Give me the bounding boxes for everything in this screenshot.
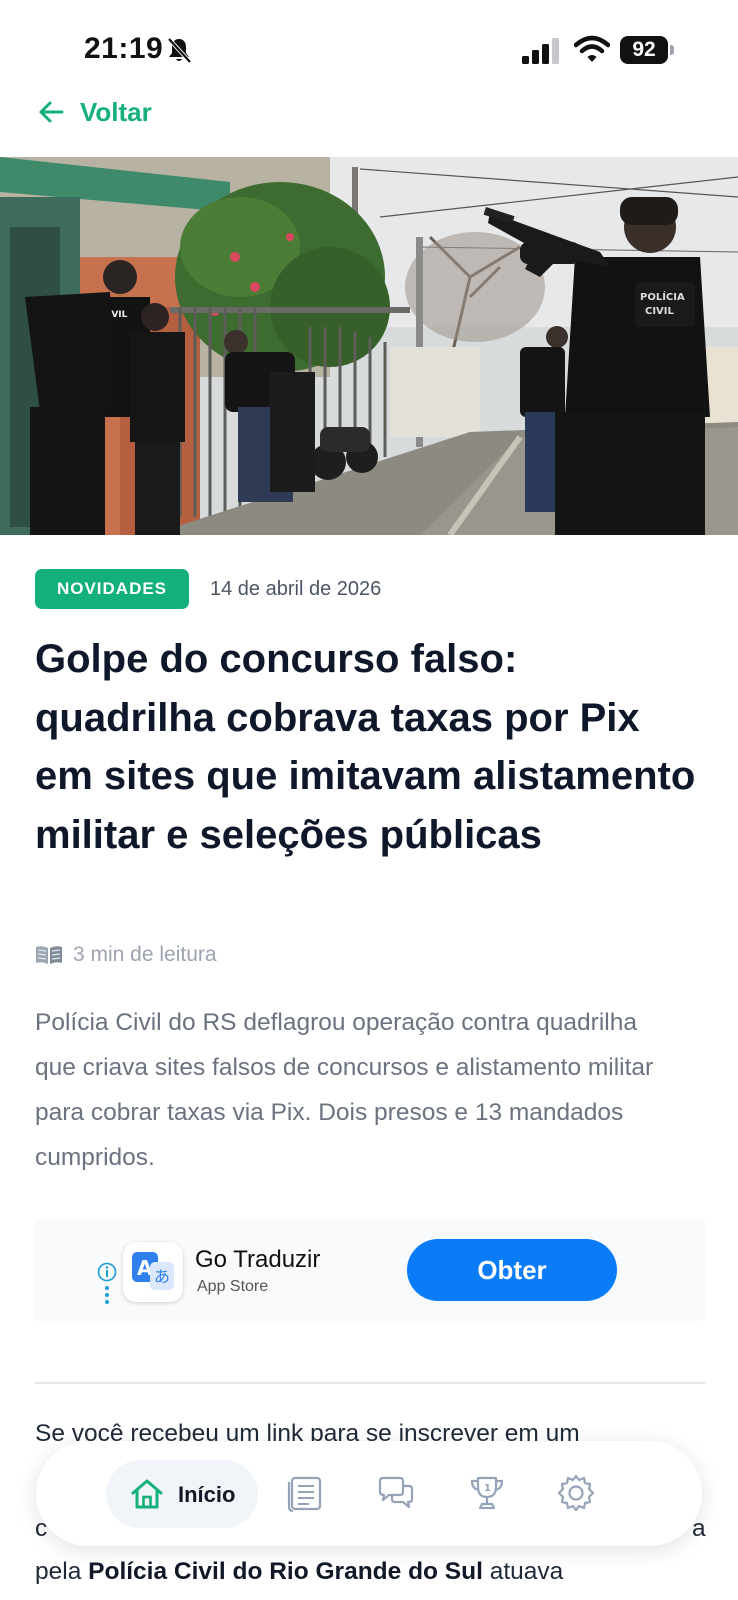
status-time: 21:19 [84,32,164,65]
arrow-left-icon [39,101,64,123]
gear-icon [557,1474,595,1512]
back-label: Voltar [80,96,152,127]
read-time-label: 3 min de leitura [73,943,217,966]
trophy-icon: 1 [470,1476,504,1510]
body-text-prefix: pela [35,1558,89,1585]
hero-image: POLÍCIA CIVIL POLÍCIA CIVIL [0,157,738,535]
nav-articles-tab[interactable] [285,1473,325,1513]
battery-indicator: 92 [620,36,676,64]
back-button[interactable]: Voltar [36,92,152,132]
cellular-signal-icon [522,38,559,64]
home-icon [131,1479,163,1509]
ad-get-button[interactable]: Obter [407,1239,617,1301]
bell-muted-icon [167,37,192,64]
read-time: 3 min de leitura [35,943,217,967]
wifi-icon [574,35,610,62]
svg-text:POLÍCIA: POLÍCIA [640,290,685,303]
article-list-icon [287,1476,322,1513]
ad-app-name: Go Traduzir [195,1246,321,1273]
nav-home-label: Início [178,1482,236,1507]
divider [35,1382,705,1384]
info-icon[interactable] [97,1262,117,1282]
article-summary: Polícia Civil do RS deflagrou operação c… [35,1009,654,1171]
nav-chat-tab[interactable] [376,1473,416,1513]
nav-ranking-tab[interactable]: 1 [467,1473,507,1513]
article-title: Golpe do concurso falso: quadrilha cobra… [35,637,696,857]
article-body-line: pela Polícia Civil do Rio Grande do Sul … [35,1558,715,1586]
chat-bubbles-icon [378,1476,414,1509]
svg-text:1: 1 [484,1483,491,1494]
publish-date: 14 de abril de 2026 [210,578,382,600]
bottom-navigation: Início 1 [36,1441,702,1546]
ad-banner[interactable]: A あ Go Traduzir App Store Obter [35,1220,705,1321]
svg-text:あ: あ [154,1267,170,1286]
battery-level: 92 [632,38,656,61]
status-bar: 21:19 92 [0,0,738,100]
body-text-suffix: atuava [482,1558,564,1585]
nav-settings-tab[interactable] [556,1473,596,1513]
body-bold-entity: Polícia Civil do Rio Grande do Sul [88,1558,483,1585]
open-book-icon [36,946,62,964]
more-options-icon[interactable] [105,1286,109,1304]
nav-home-tab[interactable]: Início [106,1460,258,1528]
app-icon[interactable]: A あ [123,1242,183,1302]
category-badge[interactable]: NOVIDADES [35,569,189,609]
svg-text:CIVIL: CIVIL [645,306,675,317]
ad-store-label: App Store [197,1278,269,1295]
